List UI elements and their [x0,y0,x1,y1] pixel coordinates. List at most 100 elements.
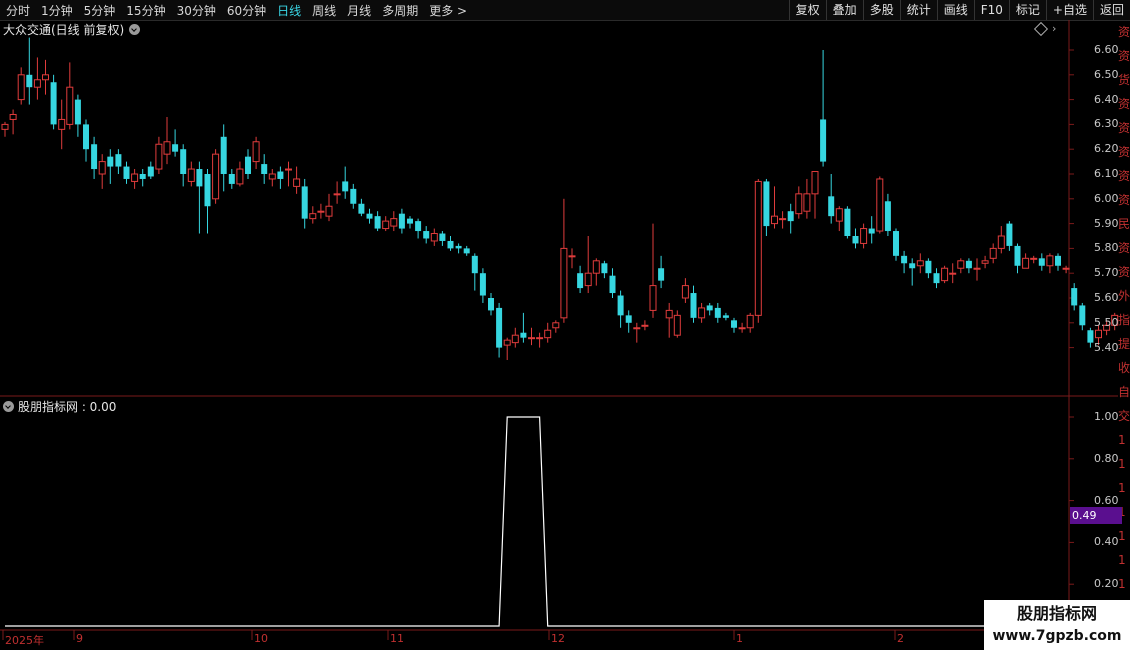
price-tick-label: 6.40 [1094,92,1119,106]
candle-body-up [430,233,438,242]
candle-body-down [123,166,130,179]
candle-body-down [366,213,373,219]
candle-body-up [698,307,706,319]
candle-body-up [584,272,592,287]
candle-body-up [58,118,66,130]
price-tick-label: 6.10 [1094,167,1119,180]
candle-body-up [285,168,292,171]
price-tick-label: 5.60 [1094,291,1119,304]
candle-body-down [204,174,211,207]
candle-body-down [374,216,381,229]
candle-body-up [641,324,649,327]
candle-body-up [236,168,244,185]
candle-body-down [714,307,721,318]
candle-body-up [771,215,778,225]
candle-body-up [1030,257,1038,260]
candle-body-up [941,267,949,282]
candle-body-up [317,210,325,213]
candle-body-down [844,208,851,236]
candle-body-up [1046,255,1054,267]
candle-body-up [17,74,25,101]
candle-body-up [754,180,762,316]
indicator-tick-label: 1.00 [1094,410,1119,423]
candle-body-down [901,255,908,264]
candle-body-down [520,332,527,338]
candle-body-up [973,267,981,270]
price-tick-label: 6.60 [1094,43,1119,56]
candle-body-down [820,119,827,162]
candle-body-up [42,74,49,81]
candle-body-up [560,247,568,319]
candle-body-down [447,240,454,249]
price-tick-label: 5.90 [1094,216,1119,230]
candle-body-down [933,273,940,284]
candle-body-down [107,156,114,167]
candle-body-down [342,181,349,192]
candle-body-down [722,315,729,318]
price-tick-label: 5.80 [1094,241,1119,255]
candle-body-down [763,181,770,227]
candle-body-down [407,218,413,224]
candle-body-up [544,329,552,339]
candle-body-up [131,173,139,182]
candle-body-up [155,143,163,170]
candle-body-up [811,171,819,195]
candle-body-down [868,228,875,234]
candle-body-down [196,169,203,187]
candle-body-up [187,168,195,182]
candle-body-down [398,213,405,229]
candle-body-down [479,273,486,296]
candle-body-up [1022,257,1030,269]
candle-body-up [163,141,171,155]
watermark-url: www.7gpzb.com [992,628,1122,644]
candle-body-down [884,201,891,232]
time-tick-label: 9 [76,632,83,645]
candle-body-up [1,123,9,130]
candle-body-up [293,178,301,187]
candle-body-down [1014,245,1021,266]
candle-body-down [706,305,713,311]
time-tick-label: 2025年 [5,634,44,647]
candle-body-down [26,74,33,88]
candle-body-down [488,298,494,311]
candle-body-up [860,228,868,244]
candle-body-up [98,161,106,175]
candle-body-down [1038,258,1045,266]
candle-body-down [731,320,737,328]
candle-body-down [358,203,365,214]
candle-body-down [658,268,665,281]
side-panel-strip[interactable]: 资资货资资资资资民资资外指提收自交11111111 [1118,20,1130,630]
candle-body-down [415,221,422,232]
candle-body-down [180,149,187,174]
candle-body-up [390,218,398,227]
candle-body-down [83,124,89,150]
indicator-line [5,416,1118,627]
price-tick-label: 5.50 [1094,315,1119,329]
time-tick-label: 11 [390,632,404,645]
candle-body-up [333,193,341,196]
candle-body-down [301,186,308,219]
candle-body-down [1079,305,1086,326]
candle-body-up [649,285,657,311]
candle-body-down [625,315,632,323]
indicator-value-badge: 0.49 [1070,507,1122,524]
candle-body-down [245,156,251,174]
candle-body-up [528,337,535,340]
candle-body-down [1006,223,1013,246]
candle-body-down [601,263,608,274]
price-tick-label: 6.00 [1094,191,1119,205]
candle-body-down [455,245,462,249]
candle-body-down [277,171,284,179]
candle-body-up [957,260,965,269]
candle-body-down [787,211,794,222]
candle-body-down [463,248,470,254]
candle-body-up [503,339,511,346]
candle-body-down [261,164,268,174]
candle-body-up [835,208,843,222]
candle-body-down [228,174,235,184]
candle-body-up [309,213,317,220]
candle-body-up [568,255,576,258]
price-tick-label: 6.50 [1094,67,1119,81]
candle-body-up [382,220,390,230]
candle-body-up [997,235,1005,249]
